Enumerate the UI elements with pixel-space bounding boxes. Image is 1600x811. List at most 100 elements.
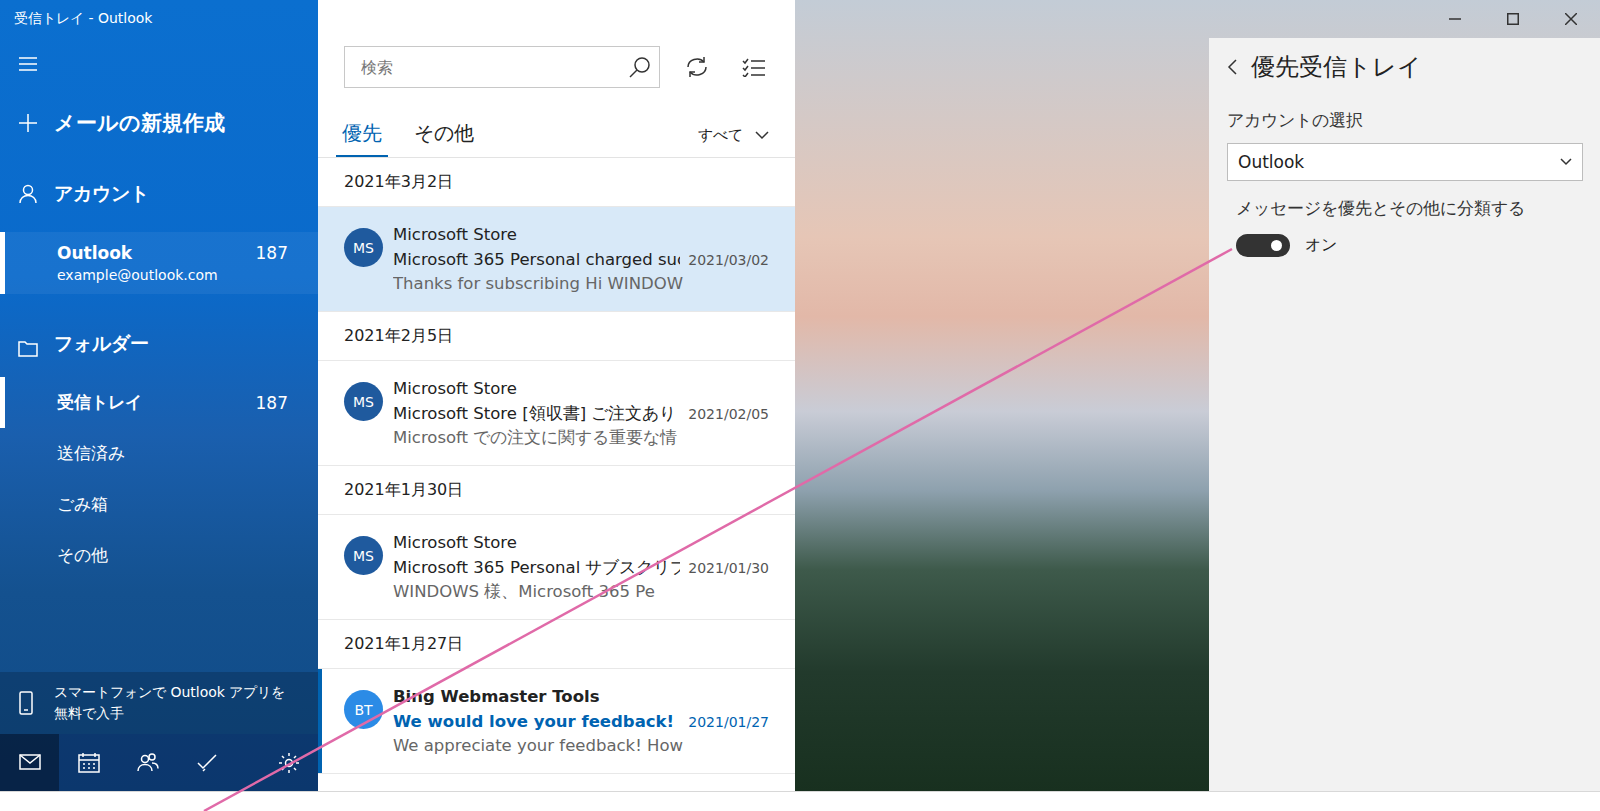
toggle-switch[interactable] bbox=[1236, 234, 1290, 257]
hamburger-icon[interactable] bbox=[18, 56, 38, 72]
promo-line: スマートフォンで Outlook アプリを bbox=[54, 682, 285, 703]
message-date: 2021/01/30 bbox=[688, 556, 769, 581]
phone-icon bbox=[18, 691, 34, 715]
chevron-down-icon bbox=[755, 131, 769, 140]
chevron-down-icon bbox=[1560, 158, 1572, 166]
nav-button[interactable] bbox=[0, 734, 59, 791]
mail-icon bbox=[19, 752, 41, 774]
account-label: アカウントの選択 bbox=[1227, 109, 1583, 133]
promo-banner[interactable]: スマートフォンで Outlook アプリを無料で入手 bbox=[0, 672, 318, 734]
checklist-icon bbox=[742, 57, 766, 77]
folder-label: 受信トレイ bbox=[57, 391, 142, 414]
person-icon bbox=[18, 184, 38, 204]
filter-dropdown[interactable]: すべて bbox=[698, 126, 769, 157]
folders-header[interactable]: フォルダー bbox=[0, 294, 318, 377]
settings-panel: 優先受信トレイアカウントの選択Outlookメッセージを優先とその他に分類するオ… bbox=[1209, 38, 1600, 791]
promo-text: スマートフォンで Outlook アプリを無料で入手 bbox=[54, 682, 285, 724]
menu-row bbox=[0, 38, 318, 90]
person-icon bbox=[18, 184, 38, 204]
maximize-button[interactable] bbox=[1484, 0, 1542, 38]
message-row[interactable]: MS Microsoft StoreMicrosoft 365 Personal … bbox=[318, 207, 795, 312]
message-row[interactable]: MSMicrosoft StoreMicrosoft Store [領収書] ご… bbox=[318, 361, 795, 466]
todo-icon bbox=[196, 752, 218, 774]
message-preview: Microsoft での注文に関する重要な情 bbox=[393, 426, 769, 451]
avatar-initials: MS bbox=[353, 548, 374, 564]
new-mail-button[interactable]: メールの新規作成 bbox=[0, 90, 318, 156]
spacer bbox=[236, 734, 259, 791]
message-row[interactable]: BT Bing Webmaster ToolsWe would love your… bbox=[318, 669, 795, 774]
message-subject: Microsoft 365 Personal charged suc bbox=[393, 248, 680, 273]
message-subject-line: Microsoft 365 Personal charged suc2021/0… bbox=[393, 248, 769, 273]
people-icon bbox=[137, 752, 159, 774]
account-item[interactable]: Outlook187example@outlook.com bbox=[0, 232, 318, 294]
accounts-header[interactable]: アカウント bbox=[0, 156, 318, 232]
checklist-icon bbox=[742, 57, 766, 77]
date-header: 2021年1月27日 bbox=[318, 620, 795, 669]
folders-header-label: フォルダー bbox=[54, 331, 149, 357]
message-preview: WINDOWS 様、Microsoft 365 Pe bbox=[393, 580, 769, 605]
mail-window: 受信トレイ - Outlookメールの新規作成アカウントOutlook187ex… bbox=[0, 0, 1600, 792]
folder-item[interactable]: ごみ箱 bbox=[0, 479, 318, 530]
search-icon[interactable] bbox=[629, 56, 651, 78]
date-header: 2021年2月5日 bbox=[318, 312, 795, 361]
message-date: 2021/02/05 bbox=[688, 402, 769, 427]
background-photo: 優先受信トレイアカウントの選択Outlookメッセージを優先とその他に分類するオ… bbox=[795, 0, 1600, 791]
back-arrow-icon bbox=[1227, 59, 1237, 75]
search-input[interactable] bbox=[359, 57, 629, 78]
plus-icon bbox=[18, 113, 38, 133]
sync-button[interactable] bbox=[676, 46, 717, 88]
bottom-nav bbox=[0, 734, 318, 791]
tab[interactable]: 優先 bbox=[336, 120, 388, 157]
select-button[interactable] bbox=[734, 46, 775, 88]
title-bar: 受信トレイ - Outlook bbox=[0, 0, 318, 38]
tab-label: その他 bbox=[414, 121, 474, 145]
toggle-label: メッセージを優先とその他に分類する bbox=[1227, 197, 1583, 221]
nav-button[interactable] bbox=[177, 734, 236, 791]
folder-item[interactable]: 送信済み bbox=[0, 428, 318, 479]
toggle-state: オン bbox=[1305, 235, 1337, 256]
avatar-initials: MS bbox=[353, 240, 374, 256]
account-select[interactable]: Outlook bbox=[1227, 143, 1583, 181]
minimize-button[interactable] bbox=[1426, 0, 1484, 38]
phone-icon bbox=[18, 691, 34, 715]
close-icon bbox=[1565, 13, 1577, 25]
date-header-label: 2021年2月5日 bbox=[344, 326, 453, 347]
date-header-label: 2021年1月30日 bbox=[344, 480, 463, 501]
selection-bar bbox=[0, 377, 5, 428]
date-header-label: 2021年3月2日 bbox=[344, 172, 453, 193]
date-header: 2021年1月30日 bbox=[318, 466, 795, 515]
calendar-icon bbox=[78, 752, 100, 774]
message-text: Microsoft StoreMicrosoft 365 Personal サブ… bbox=[393, 515, 795, 619]
nav-button[interactable] bbox=[259, 734, 318, 791]
tab-label: 優先 bbox=[342, 121, 382, 145]
message-row[interactable]: MS Microsoft StoreMicrosoft 365 Personal … bbox=[318, 515, 795, 620]
message-text: Bing Webmaster ToolsWe would love your f… bbox=[393, 669, 795, 773]
nav-button[interactable] bbox=[59, 734, 118, 791]
back-button[interactable] bbox=[1227, 59, 1237, 75]
account-line: Outlook187 bbox=[57, 242, 288, 265]
nav-button[interactable] bbox=[118, 734, 177, 791]
mail-icon bbox=[19, 752, 41, 774]
selection-bar bbox=[0, 232, 5, 294]
tab[interactable]: その他 bbox=[408, 120, 480, 157]
avatar-initials: BT bbox=[354, 702, 372, 718]
toggle-row: オン bbox=[1227, 234, 1583, 257]
sync-icon bbox=[685, 56, 709, 78]
avatar: MS bbox=[344, 228, 383, 267]
close-button[interactable] bbox=[1542, 0, 1600, 38]
folder-item[interactable]: その他 bbox=[0, 530, 318, 581]
chevron-down-icon bbox=[755, 131, 769, 140]
message-sender: Microsoft Store bbox=[393, 223, 769, 248]
annotation-line bbox=[0, 0, 1600, 811]
plus-icon bbox=[18, 113, 38, 133]
message-subject-line: Microsoft Store [領収書] ご注文あり2021/02/05 bbox=[393, 402, 769, 427]
avatar: MS bbox=[344, 536, 383, 575]
folder-item[interactable]: 受信トレイ187 bbox=[0, 377, 318, 428]
spacer bbox=[0, 581, 318, 672]
message-sender: Microsoft Store bbox=[393, 377, 769, 402]
search-box[interactable] bbox=[344, 46, 660, 88]
minimize-icon bbox=[1449, 13, 1461, 25]
gear-icon bbox=[278, 752, 300, 774]
account-email: example@outlook.com bbox=[57, 265, 288, 285]
right-body: 優先受信トレイアカウントの選択Outlookメッセージを優先とその他に分類するオ… bbox=[795, 38, 1600, 791]
